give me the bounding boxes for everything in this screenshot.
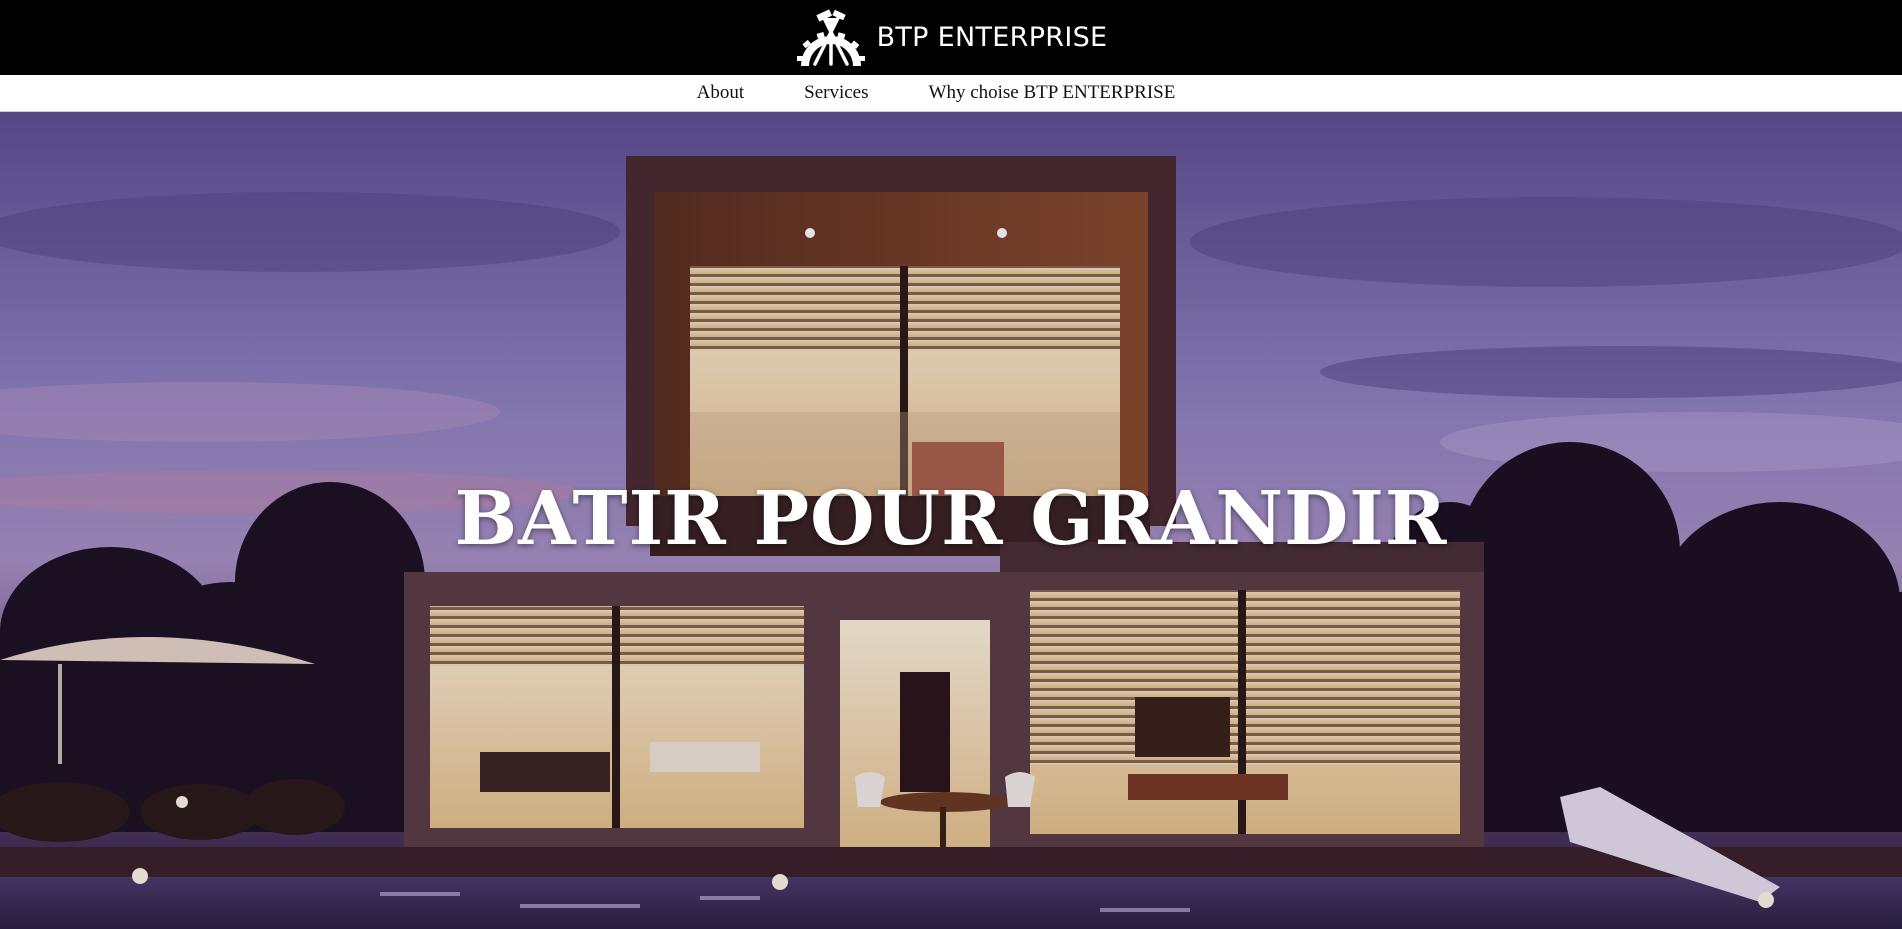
nav-item-why-choose[interactable]: Why choise BTP ENTERPRISE	[929, 82, 1176, 104]
hero-title: BATIR POUR GRANDIR	[454, 476, 1448, 562]
nav-item-about[interactable]: About	[697, 82, 745, 104]
nav-item-services[interactable]: Services	[804, 82, 868, 104]
brand-name: BTP ENTERPRISE	[876, 22, 1108, 53]
top-header-bar: BTP ENTERPRISE	[0, 0, 1902, 75]
construction-tools-logo-icon	[796, 8, 865, 66]
main-navigation: About Services Why choise BTP ENTERPRISE	[0, 75, 1902, 112]
brand-link[interactable]: BTP ENTERPRISE	[795, 8, 1108, 68]
hero-section: BATIR POUR GRANDIR	[0, 112, 1902, 929]
